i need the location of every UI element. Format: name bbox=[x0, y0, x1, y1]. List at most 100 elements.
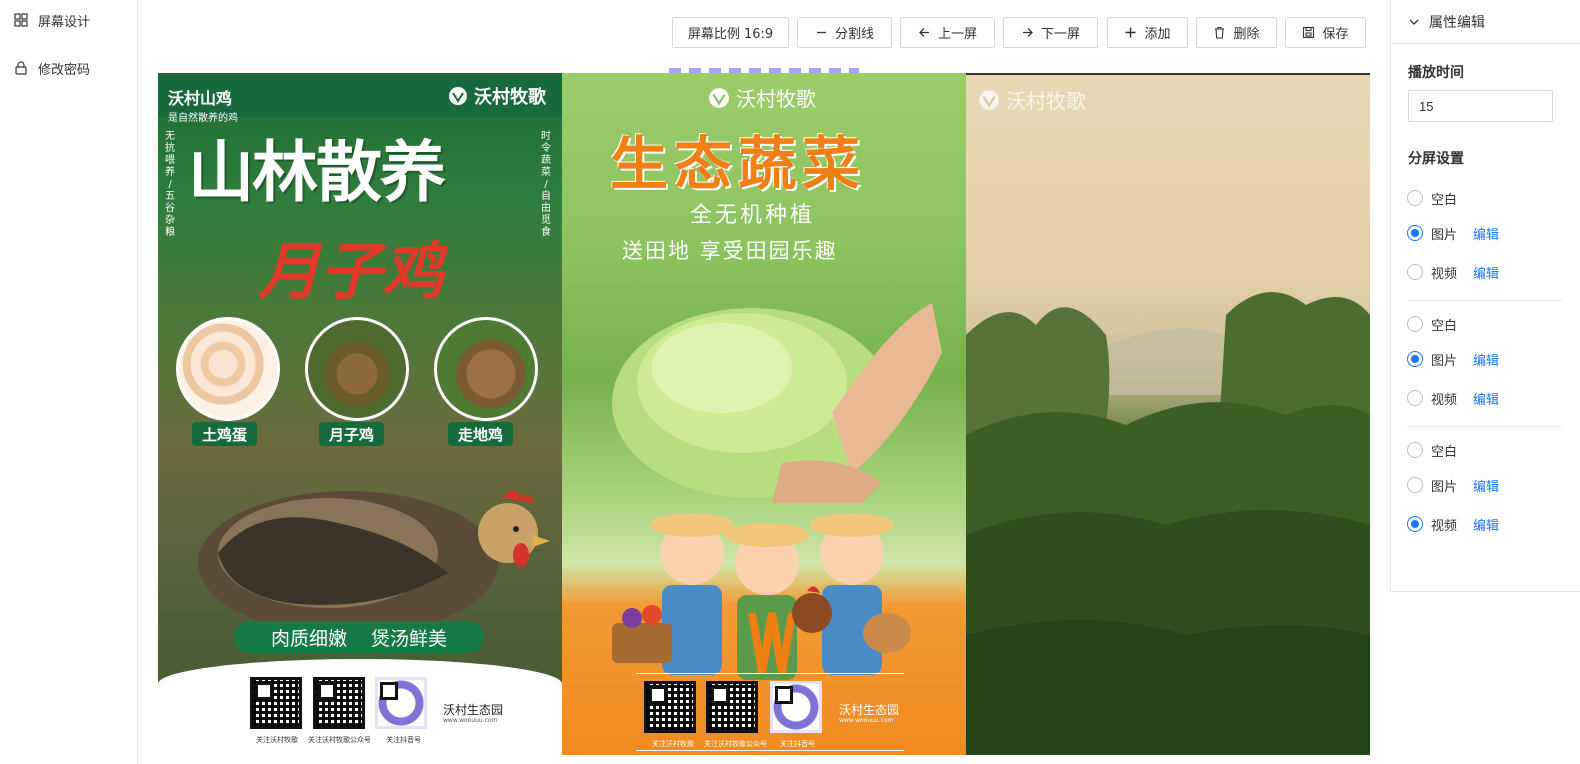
radio-button[interactable] bbox=[1407, 516, 1423, 532]
qr-caption: 关注沃村牧歌 bbox=[256, 736, 298, 744]
edit-link[interactable]: 编辑 bbox=[1473, 263, 1499, 282]
duration-label: 播放时间 bbox=[1408, 65, 1464, 81]
brand-logo-icon bbox=[709, 87, 729, 108]
split-option[interactable]: 视频 编辑 bbox=[1407, 388, 1499, 408]
delete-button[interactable]: 删除 bbox=[1196, 17, 1277, 48]
screen-canvas: 沃村山鸡 是自然散养的鸡 沃村牧歌 无抗喂养 / 五谷杂粮 时令蔬菜 / 自由觅… bbox=[158, 73, 1370, 755]
split-option[interactable]: 视频 编辑 bbox=[1407, 262, 1499, 282]
option-label: 视频 bbox=[1431, 266, 1458, 282]
hen-illustration bbox=[198, 490, 550, 635]
poster-slogan: 肉质细嫩 bbox=[270, 627, 347, 650]
poster-headline-secondary: 月子鸡 bbox=[258, 235, 445, 308]
qr-caption: 关注抖音号 bbox=[386, 736, 421, 744]
sidebar-item-label: 修改密码 bbox=[38, 62, 91, 78]
footer-url: www.woouuu.com bbox=[443, 717, 498, 724]
forest-scene bbox=[966, 292, 1370, 755]
arrow-left-icon bbox=[919, 28, 929, 37]
split-settings-label: 分屏设置 bbox=[1408, 151, 1464, 167]
sidebar-item-change-password[interactable]: 修改密码 bbox=[14, 56, 90, 80]
duration-input[interactable] bbox=[1408, 90, 1553, 122]
radio-button[interactable] bbox=[1407, 190, 1423, 206]
edit-link[interactable]: 编辑 bbox=[1473, 389, 1499, 408]
poster-tagline-2: 送田地 享受田园乐趣 bbox=[622, 239, 838, 263]
option-label: 图片 bbox=[1431, 479, 1458, 495]
footer-brand: 沃村生态园 bbox=[443, 703, 504, 717]
split-option[interactable]: 视频 编辑 bbox=[1407, 514, 1499, 534]
split-option[interactable]: 空白 bbox=[1407, 188, 1457, 208]
split-option[interactable]: 空白 bbox=[1407, 440, 1457, 460]
next-screen-button[interactable]: 下一屏 bbox=[1003, 17, 1098, 48]
save-icon bbox=[1303, 26, 1315, 39]
poster-tag: 走地鸡 bbox=[448, 422, 514, 446]
edit-link[interactable]: 编辑 bbox=[1473, 350, 1499, 369]
poster-tag: 土鸡蛋 bbox=[192, 422, 258, 446]
trash-icon bbox=[1215, 26, 1225, 39]
save-button[interactable]: 保存 bbox=[1285, 17, 1366, 48]
option-label: 视频 bbox=[1431, 518, 1458, 534]
arrow-right-icon bbox=[1022, 28, 1033, 37]
screen-panel-forest-video[interactable]: 沃村牧歌 bbox=[966, 73, 1370, 755]
plus-icon bbox=[1125, 27, 1136, 38]
poster-brand-left: 沃村山鸡 bbox=[168, 89, 233, 108]
edit-link[interactable]: 编辑 bbox=[1473, 515, 1499, 534]
lettuce-illustration bbox=[612, 303, 942, 503]
qr-code bbox=[313, 677, 365, 729]
edit-link[interactable]: 编辑 bbox=[1473, 224, 1499, 243]
radio-button[interactable] bbox=[1407, 225, 1423, 241]
screen-panel-chicken[interactable]: 沃村山鸡 是自然散养的鸡 沃村牧歌 无抗喂养 / 五谷杂粮 时令蔬菜 / 自由觅… bbox=[158, 73, 562, 755]
brand-name: 沃村牧歌 bbox=[736, 87, 816, 111]
group-divider bbox=[1407, 300, 1563, 301]
radio-button[interactable] bbox=[1407, 390, 1423, 406]
qr-caption: 关注沃村牧歌公众号 bbox=[308, 736, 371, 744]
hen-photo-2 bbox=[434, 317, 538, 421]
radio-button[interactable] bbox=[1407, 351, 1423, 367]
brand-name: 沃村牧歌 bbox=[1006, 89, 1086, 113]
chevron-down-icon bbox=[1409, 19, 1419, 25]
edit-link[interactable]: 编辑 bbox=[1473, 476, 1499, 495]
minus-icon bbox=[816, 31, 826, 34]
brand-name: 沃村牧歌 bbox=[474, 87, 546, 108]
qr-caption: 关注抖音号 bbox=[780, 740, 815, 748]
radio-button[interactable] bbox=[1407, 264, 1423, 280]
footer-rule bbox=[636, 750, 904, 751]
video-watermark: 沃村牧歌 bbox=[978, 85, 1086, 114]
poster-headline: 山林散养 bbox=[188, 133, 446, 211]
screen-panel-vegetables[interactable]: 沃村牧歌 生态蔬菜 全无机种植 送田地 享受田园乐趣 关注沃村牧歌 关注沃村牧歌… bbox=[562, 73, 966, 755]
group-divider bbox=[1407, 426, 1563, 427]
next-screen-label: 下一屏 bbox=[1040, 27, 1080, 42]
poster-headline: 生态蔬菜 bbox=[610, 130, 867, 198]
property-panel-title: 属性编辑 bbox=[1429, 14, 1485, 31]
poster-side-text-right: 时令蔬菜 / 自由觅食 bbox=[541, 131, 551, 238]
left-sidebar: 屏幕设计 修改密码 bbox=[0, 0, 138, 764]
eggs-photo bbox=[176, 317, 280, 421]
option-label: 图片 bbox=[1431, 227, 1458, 243]
poster-side-text-left: 无抗喂养 / 五谷杂粮 bbox=[165, 131, 175, 238]
property-panel: 属性编辑 播放时间 分屏设置 空白 图片 编辑 视频 编辑 空白 图片 编辑 视… bbox=[1390, 0, 1580, 592]
radio-button[interactable] bbox=[1407, 316, 1423, 332]
screen-ratio-button[interactable]: 屏幕比例 16:9 bbox=[672, 17, 789, 48]
option-label: 视频 bbox=[1431, 392, 1458, 408]
qr-code bbox=[706, 681, 758, 733]
split-option[interactable]: 图片 编辑 bbox=[1407, 223, 1499, 243]
save-label: 保存 bbox=[1322, 27, 1349, 42]
radio-button[interactable] bbox=[1407, 442, 1423, 458]
sidebar-item-screen-design[interactable]: 屏幕设计 bbox=[14, 8, 90, 32]
hen-photo-1 bbox=[305, 317, 409, 421]
divider-label: 分割线 bbox=[834, 27, 874, 42]
split-option[interactable]: 空白 bbox=[1407, 314, 1457, 334]
lock-icon bbox=[15, 61, 27, 75]
add-button[interactable]: 添加 bbox=[1107, 17, 1188, 48]
poster-slogan: 煲汤鲜美 bbox=[371, 627, 448, 650]
grid-icon bbox=[14, 13, 28, 27]
poster-tagline-1: 全无机种植 bbox=[690, 203, 816, 228]
qr-caption: 关注沃村牧歌 bbox=[652, 740, 694, 748]
split-option[interactable]: 图片 编辑 bbox=[1407, 475, 1499, 495]
prev-screen-button[interactable]: 上一屏 bbox=[900, 17, 995, 48]
divider-button[interactable]: 分割线 bbox=[797, 17, 892, 48]
douyin-code bbox=[770, 681, 822, 733]
footer-brand: 沃村生态园 bbox=[839, 703, 900, 717]
radio-button[interactable] bbox=[1407, 477, 1423, 493]
property-panel-header[interactable]: 属性编辑 bbox=[1391, 0, 1580, 44]
qr-code bbox=[250, 677, 302, 729]
split-option[interactable]: 图片 编辑 bbox=[1407, 349, 1499, 369]
